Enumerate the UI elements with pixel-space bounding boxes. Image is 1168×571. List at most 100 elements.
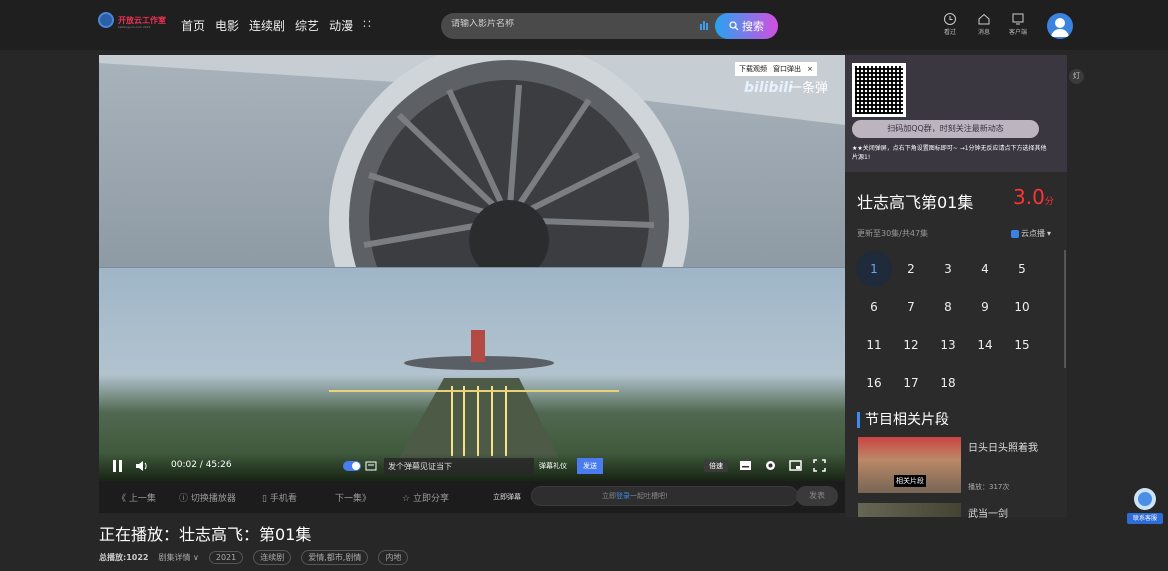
clip-thumbnail[interactable]: 相关片段 [858,437,961,493]
score-unit: 分 [1044,197,1054,207]
user-avatar[interactable] [1047,13,1073,39]
episode-button[interactable]: 6 [856,289,892,325]
series-detail-toggle[interactable]: 剧集详情 ∨ [158,552,198,563]
history-button[interactable]: 看过 [940,12,960,36]
episode-button[interactable]: 9 [967,289,1003,325]
episode-button[interactable]: 10 [1004,289,1040,325]
home-icon [978,13,990,25]
sidebar-scrollbar[interactable] [1064,250,1066,368]
mobile-watch-button[interactable]: ▯ 手机看 [262,491,297,504]
share-label: 立即分享 [412,494,449,504]
update-status: 更新至30集/共47集 [857,229,929,238]
subtitle-icon[interactable] [739,459,752,472]
search-bar: 搜索 [441,13,778,39]
video-frame-runway [99,268,845,481]
download-button[interactable]: 下载观频 [739,64,767,74]
tag-year[interactable]: 2021 [208,551,244,564]
switch-player-button[interactable]: ⓘ 切换播放器 [179,491,236,504]
series-title: 壮志高飞第01集 [857,193,974,212]
episode-button[interactable]: 3 [930,251,966,287]
promo-pill[interactable]: 扫码加QQ群，时刻关注最新动态 [852,120,1039,138]
pip-icon[interactable] [789,459,802,472]
episode-button[interactable]: 2 [893,251,929,287]
grid-icon[interactable]: ∷ [363,17,371,34]
comment-input[interactable]: 立即登录一起吐槽吧! [531,486,798,506]
tag-type[interactable]: 连续剧 [253,550,292,565]
clip-title[interactable]: 武当一剑 [968,505,1008,520]
episode-button[interactable]: 15 [1004,327,1040,363]
history-icon [944,13,956,25]
mobile-watch-label: 手机看 [269,494,297,504]
episode-button[interactable]: 17 [893,365,929,401]
publish-button[interactable]: 发表 [796,486,838,506]
site-logo[interactable]: 开放云工作室 kaifangyun.com 2021 [98,12,166,29]
nav-item-variety[interactable]: 综艺 [295,17,319,34]
speed-button[interactable]: 倍速 [704,460,728,472]
nav-item-home[interactable]: 首页 [181,17,205,34]
comment-prefix: 立即 [602,492,616,500]
source-label: 云点播 [1021,229,1045,238]
tv-icon [1012,13,1024,25]
search-input[interactable] [451,19,681,29]
nav-item-movies[interactable]: 电影 [215,17,239,34]
instant-danmaku-label: 立即弹幕 [493,493,521,501]
danmaku-settings-icon[interactable] [365,460,377,472]
episode-button[interactable]: 16 [856,365,892,401]
promo-note: ★★关闭弹屏，点右下角设置图标即可~ →1分钟无反应请点下方选择其他片源1! [852,145,1047,161]
user-icon [1051,18,1069,37]
gear-icon[interactable] [764,459,777,472]
score-value: 3.0 [1013,185,1045,209]
search-button-label: 搜索 [742,21,764,33]
episode-button[interactable]: 13 [930,327,966,363]
next-episode-button[interactable]: 下一集》 [335,491,371,504]
danmaku-input[interactable] [384,458,534,474]
danmaku-etiquette-link[interactable]: 弹幕礼仪 [539,461,567,471]
danmaku-send-button[interactable]: 发送 [577,458,603,474]
clip-title[interactable]: 日头日头照着我 [968,439,1038,454]
runway-image [329,330,619,458]
pause-icon[interactable] [112,459,124,473]
episode-button[interactable]: 8 [930,289,966,325]
voice-icon[interactable] [699,19,709,31]
nav-item-anime[interactable]: 动漫 [329,17,353,34]
meta-row: 总播放:1022 剧集详情 ∨ 2021 连续剧 爱情,都市,剧情 内地 [99,550,409,565]
light-toggle-button[interactable]: 灯 [1069,69,1084,84]
nav-item-series[interactable]: 连续剧 [249,17,285,34]
service-label: 联系客服 [1127,513,1163,524]
star-icon: ☆ [402,494,413,504]
episode-button[interactable]: 12 [893,327,929,363]
info-icon: ⓘ [179,494,191,504]
chevron-down-icon: ▾ [1047,229,1052,238]
episode-button[interactable]: 18 [930,365,966,401]
close-icon[interactable]: × [807,65,813,73]
main-nav: 首页 电影 连续剧 综艺 动漫 ∷ [181,17,371,34]
fullscreen-icon[interactable] [813,459,826,472]
danmaku-toggle[interactable] [343,461,361,471]
client-button[interactable]: 客户端 [1008,12,1028,36]
episode-button[interactable]: 7 [893,289,929,325]
video-player[interactable]: 下载观频 窗口弹出 × bilibili 一条弹 00:02 / 45:26 弹… [99,55,845,481]
top-icons: 看过 消息 客户端 [940,12,1028,36]
volume-icon[interactable] [135,459,149,473]
source-selector[interactable]: 云点播 ▾ [1011,228,1051,239]
episode-button[interactable]: 1 [856,251,892,287]
clip-thumb-label: 相关片段 [894,475,926,487]
video-frame-engine [99,55,845,400]
clip-thumbnail[interactable] [858,503,961,517]
switch-player-label: 切换播放器 [190,494,236,504]
episode-button[interactable]: 14 [967,327,1003,363]
share-button[interactable]: ☆ 立即分享 [402,491,449,504]
tag-region[interactable]: 内地 [378,550,409,565]
episode-button[interactable]: 11 [856,327,892,363]
episode-button[interactable]: 5 [1004,251,1040,287]
login-link[interactable]: 登录 [616,492,630,500]
search-button[interactable]: 搜索 [715,13,778,39]
customer-service-button[interactable]: 联系客服 [1127,487,1163,525]
tag-genre[interactable]: 爱情,都市,剧情 [301,550,369,565]
episode-button[interactable]: 4 [967,251,1003,287]
popout-button[interactable]: 窗口弹出 [773,64,801,74]
logo-subtitle: kaifangyun.com 2021 [118,25,151,29]
phone-icon: ▯ [262,494,270,504]
message-button[interactable]: 消息 [974,12,994,36]
prev-episode-button[interactable]: 《 上一集 [117,491,156,504]
